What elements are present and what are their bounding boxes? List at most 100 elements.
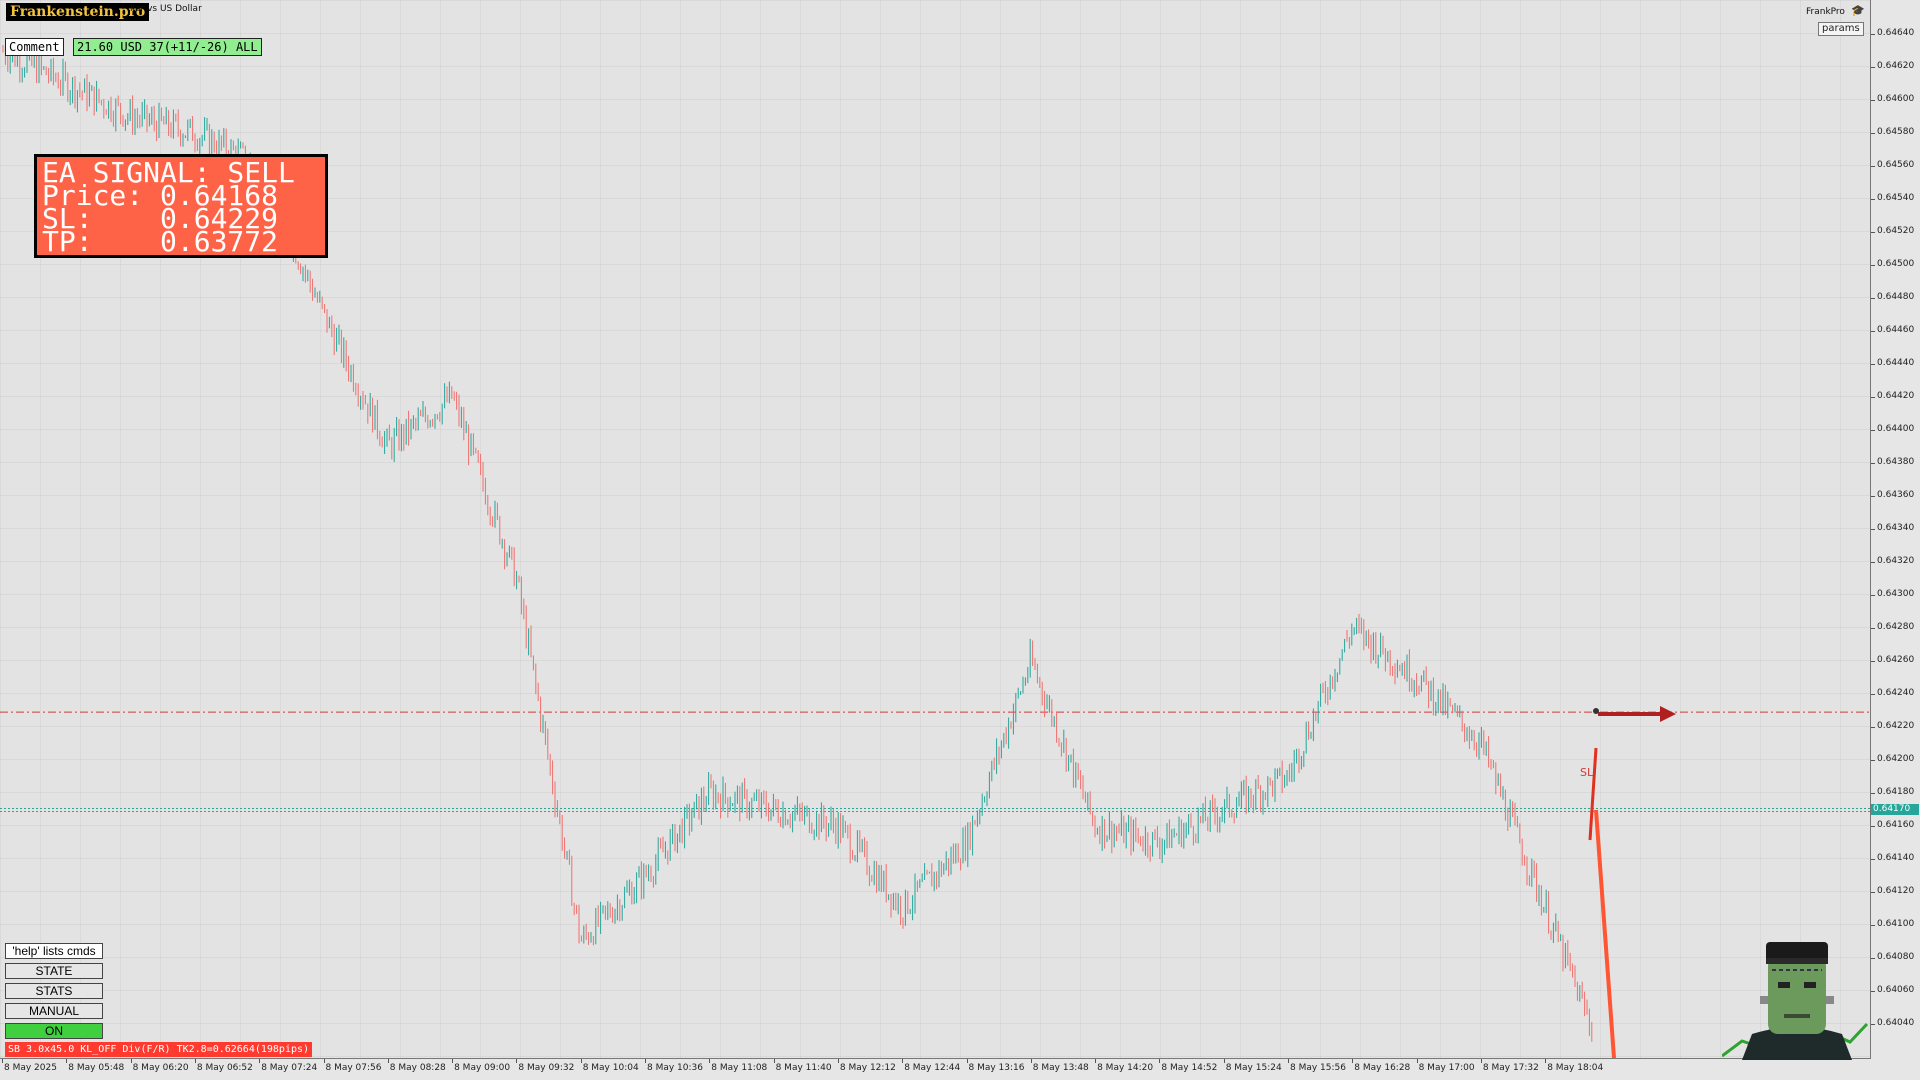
signal-spike [1588,747,1598,841]
time-tick-label: 8 May 11:08 [711,1063,768,1073]
price-tick-mark [1871,166,1875,167]
sl-marker-text: SL [1580,766,1594,779]
price-tick-label: 0.64400 [1877,424,1915,434]
time-tick-mark [1095,1059,1097,1063]
time-tick-label: 8 May 07:56 [325,1063,382,1073]
time-tick-label: 8 May 11:40 [775,1063,832,1073]
ea-signal-box: EA SIGNAL: SELL Price: 0.64168 SL: 0.642… [34,154,328,258]
time-tick-mark [1352,1059,1354,1063]
price-tick-label: 0.64520 [1877,226,1915,236]
time-tick-mark [516,1059,518,1063]
price-tick-mark [1871,925,1875,926]
time-tick-label: 8 May 13:48 [1032,1063,1089,1073]
price-tick-label: 0.64500 [1877,259,1915,269]
price-tick-mark [1871,529,1875,530]
time-tick-mark [2,1059,3,1063]
manual-button[interactable]: MANUAL [5,1003,103,1019]
price-tick-mark [1871,133,1875,134]
tp-projection-line [1594,809,1616,1058]
graduation-cap-icon: 🎓 [1851,4,1865,17]
on-button[interactable]: ON [5,1023,103,1039]
price-tick-mark [1871,331,1875,332]
price-tick-label: 0.64420 [1877,391,1915,401]
time-tick-mark [645,1059,646,1063]
price-tick-label: 0.64080 [1877,952,1915,962]
time-tick-label: 8 May 07:24 [261,1063,318,1073]
time-tick-mark [1416,1059,1418,1063]
signal-line-tp: TP: 0.63772 [42,225,279,258]
price-tick-label: 0.64120 [1877,886,1915,896]
time-tick-mark [966,1059,968,1063]
price-tick-mark [1871,793,1875,794]
time-tick-label: 8 May 06:20 [132,1063,189,1073]
time-tick-mark [1480,1059,1482,1063]
price-tick-mark [1871,463,1875,464]
time-tick-label: 8 May 17:00 [1418,1063,1475,1073]
time-tick-label: 8 May 10:04 [582,1063,639,1073]
price-tick-label: 0.64200 [1877,754,1915,764]
price-tick-label: 0.64100 [1877,919,1915,929]
time-tick-label: 8 May 13:16 [968,1063,1025,1073]
time-tick-mark [194,1059,196,1063]
time-tick-label: 8 May 16:28 [1354,1063,1411,1073]
time-tick-mark [773,1059,775,1063]
time-tick-mark [387,1059,389,1063]
price-tick-label: 0.64560 [1877,160,1915,170]
time-tick-mark [130,1059,132,1063]
time-tick-mark [902,1059,904,1063]
price-tick-label: 0.64540 [1877,193,1915,203]
time-tick-label: 8 May 12:44 [904,1063,961,1073]
help-hint: 'help' lists cmds [5,943,103,959]
price-tick-label: 0.64220 [1877,721,1915,731]
price-tick-mark [1871,826,1875,827]
price-tick-mark [1871,859,1875,860]
price-tick-label: 0.64440 [1877,358,1915,368]
time-axis: 8 May 2025 8 May 05:48 8 May 06:20 8 May 06… [0,1059,1870,1080]
price-tick-label: 0.64280 [1877,622,1915,632]
frankenstein-logo[interactable]: Frankenstein.pro [6,3,150,21]
time-tick-mark [837,1059,839,1063]
time-tick-mark [323,1059,325,1063]
price-axis: 0.64640 0.64620 0.64600 0.64580 0.64560 0.645… [1871,0,1920,1058]
price-tick-mark [1871,100,1875,101]
sl-arrow-head [1660,706,1676,722]
state-button[interactable]: STATE [5,963,103,979]
time-tick-label: 8 May 14:52 [1161,1063,1218,1073]
time-tick-label: 8 May 18:04 [1547,1063,1604,1073]
price-tick-label: 0.64240 [1877,688,1915,698]
price-tick-label: 0.64180 [1877,787,1915,797]
price-tick-label: 0.64260 [1877,655,1915,665]
time-tick-label: 8 May 2025 [4,1063,57,1073]
time-tick-label: 8 May 09:32 [518,1063,575,1073]
time-tick-mark [1545,1059,1547,1063]
price-tick-label: 0.64620 [1877,61,1915,71]
price-tick-mark [1871,199,1875,200]
price-tick-label: 0.64040 [1877,1018,1915,1028]
price-tick-label: 0.64360 [1877,490,1915,500]
time-tick-label: 8 May 08:28 [389,1063,446,1073]
price-tick-label: 0.64060 [1877,985,1915,995]
time-tick-mark [1223,1059,1225,1063]
price-tick-label: 0.64600 [1877,94,1915,104]
time-tick-label: 8 May 14:20 [1097,1063,1154,1073]
price-tick-label: 0.64300 [1877,589,1915,599]
price-tick-label: 0.64580 [1877,127,1915,137]
price-tick-mark [1871,562,1875,563]
entry-marker [1593,708,1599,714]
price-tick-mark [1871,694,1875,695]
trade-marks: SL [1580,706,1676,1058]
params-button[interactable]: params [1818,22,1864,36]
time-tick-label: 8 May 05:48 [68,1063,125,1073]
time-tick-mark [709,1059,711,1063]
time-tick-mark [580,1059,582,1063]
comment-label: Comment [5,38,64,56]
time-tick-mark [259,1059,261,1063]
comment-value: 21.60 USD 37(+11/-26) ALL [73,38,262,56]
price-tick-mark [1871,760,1875,761]
price-tick-mark [1871,34,1875,35]
brand-label: FrankPro [1806,7,1845,17]
time-tick-mark [452,1059,454,1063]
time-tick-label: 8 May 12:12 [839,1063,896,1073]
stats-button[interactable]: STATS [5,983,103,999]
time-tick-mark [1159,1059,1161,1063]
